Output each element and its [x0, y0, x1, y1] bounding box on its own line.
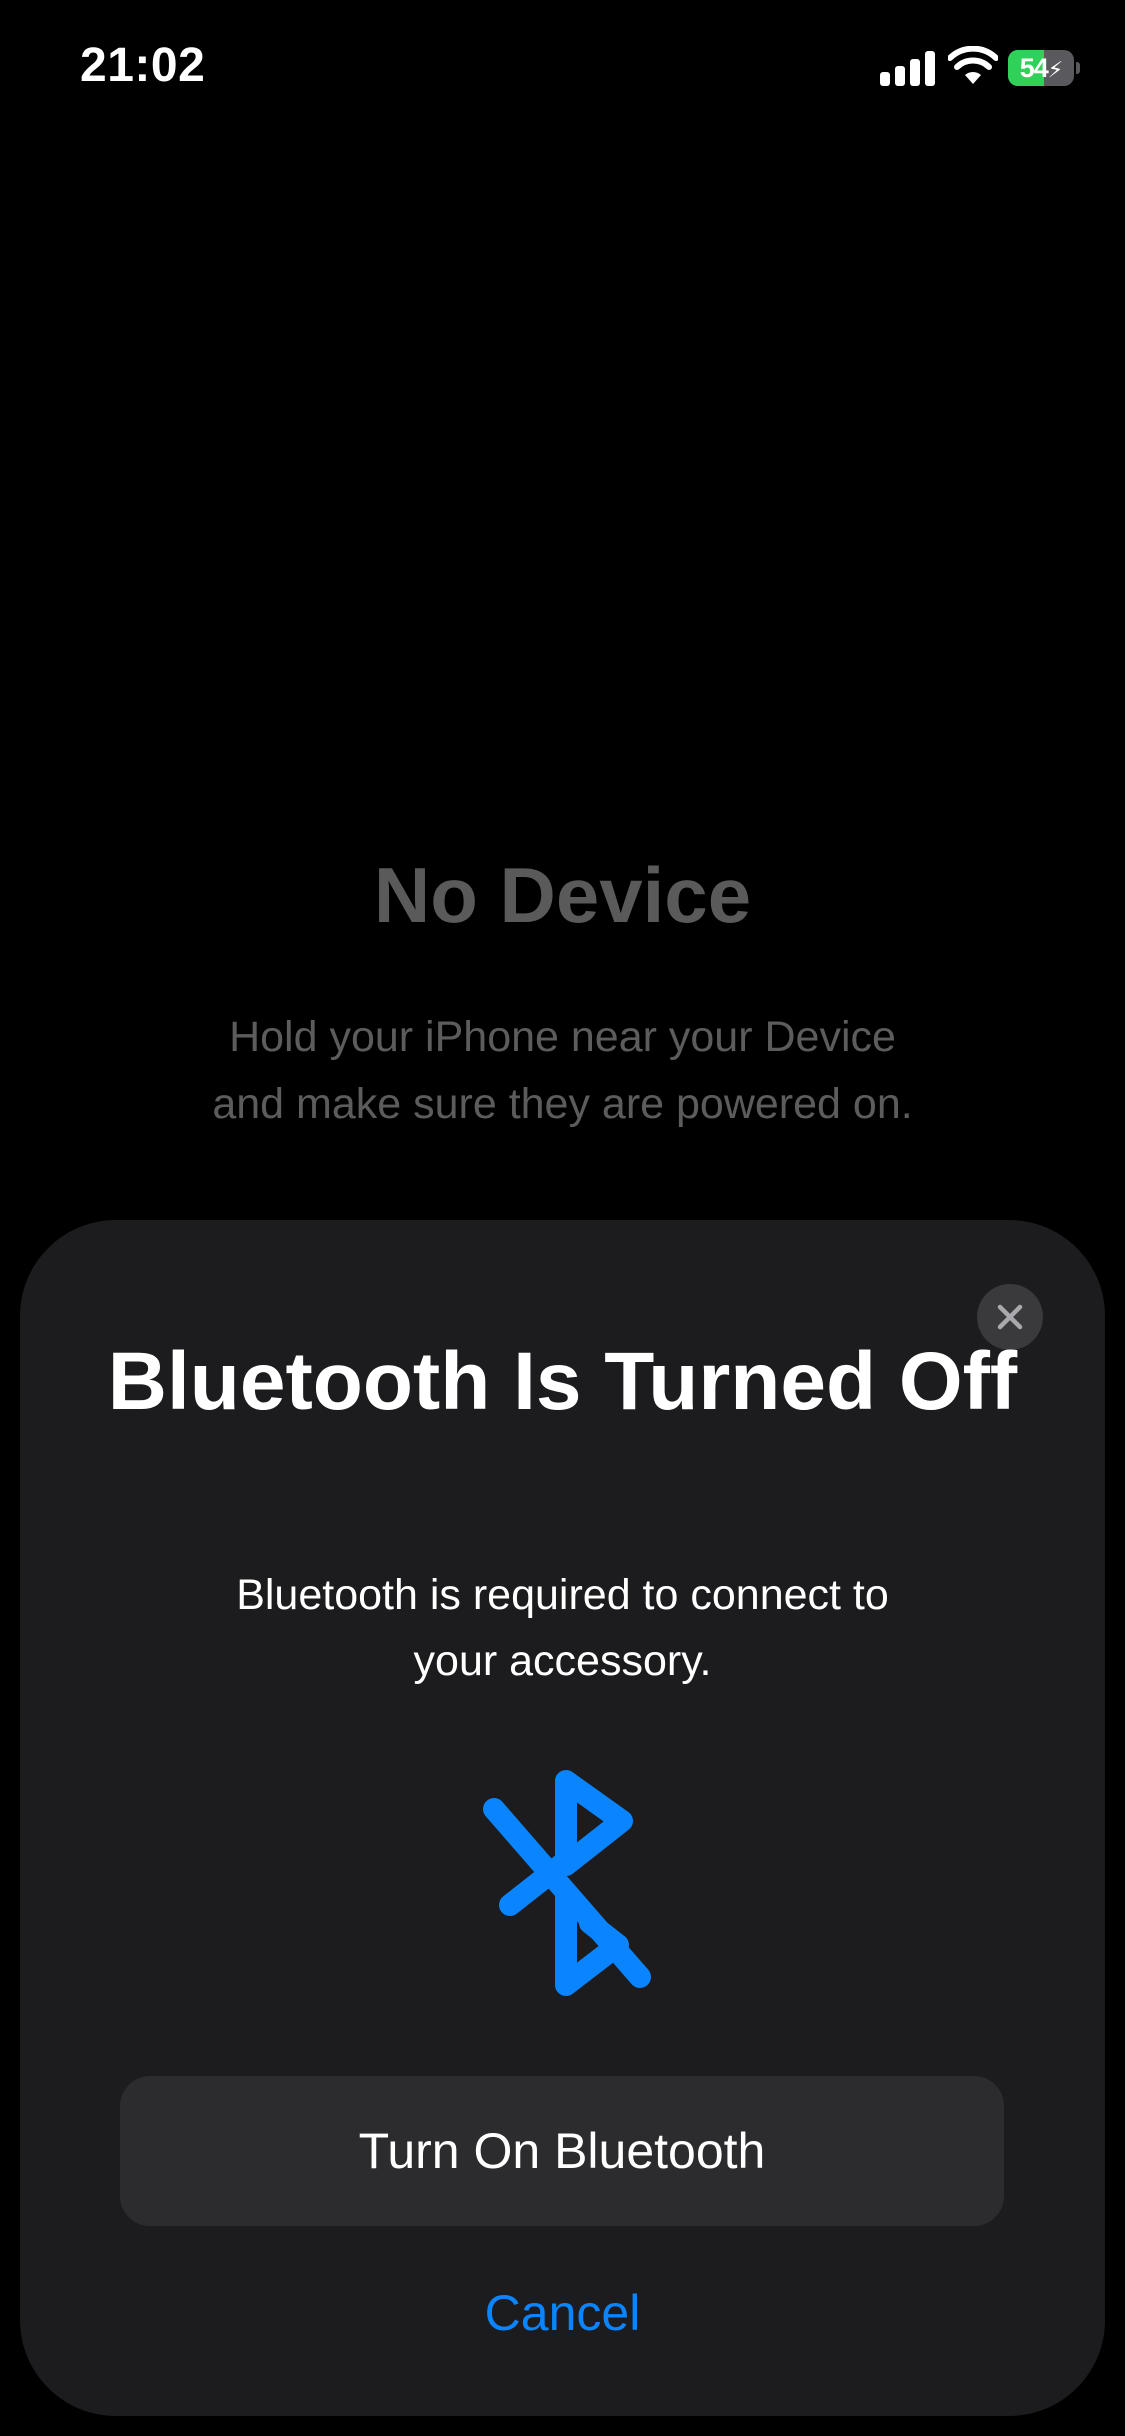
status-time: 21:02 [80, 39, 206, 92]
cancel-button[interactable]: Cancel [20, 2278, 1105, 2348]
battery-icon: 54⚡ [1008, 50, 1080, 86]
charging-bolt-icon: ⚡ [1047, 57, 1063, 82]
background-message: Hold your iPhone near your Device and ma… [212, 1013, 913, 1128]
bluetooth-off-icon [483, 1770, 651, 1996]
cellular-signal-icon [880, 50, 936, 86]
status-bar: 21:02 54⚡ [0, 0, 1125, 140]
battery-body: 54⚡ [1008, 50, 1074, 86]
battery-percent-label: 54 [1019, 53, 1049, 83]
wifi-icon [948, 46, 998, 84]
screen: 21:02 54⚡ No Device Hold your iPhone nea… [0, 0, 1125, 2436]
bluetooth-off-sheet: Bluetooth Is Turned Off Bluetooth is req… [20, 1220, 1105, 2416]
battery-percent: 54⚡ [1008, 50, 1074, 86]
sheet-title: Bluetooth Is Turned Off [107, 1336, 1018, 1427]
turn-on-bluetooth-button[interactable]: Turn On Bluetooth [120, 2076, 1004, 2226]
battery-cap [1076, 62, 1080, 74]
sheet-message: Bluetooth is required to connect to your… [236, 1571, 889, 1685]
background-title: No Device [373, 851, 752, 939]
